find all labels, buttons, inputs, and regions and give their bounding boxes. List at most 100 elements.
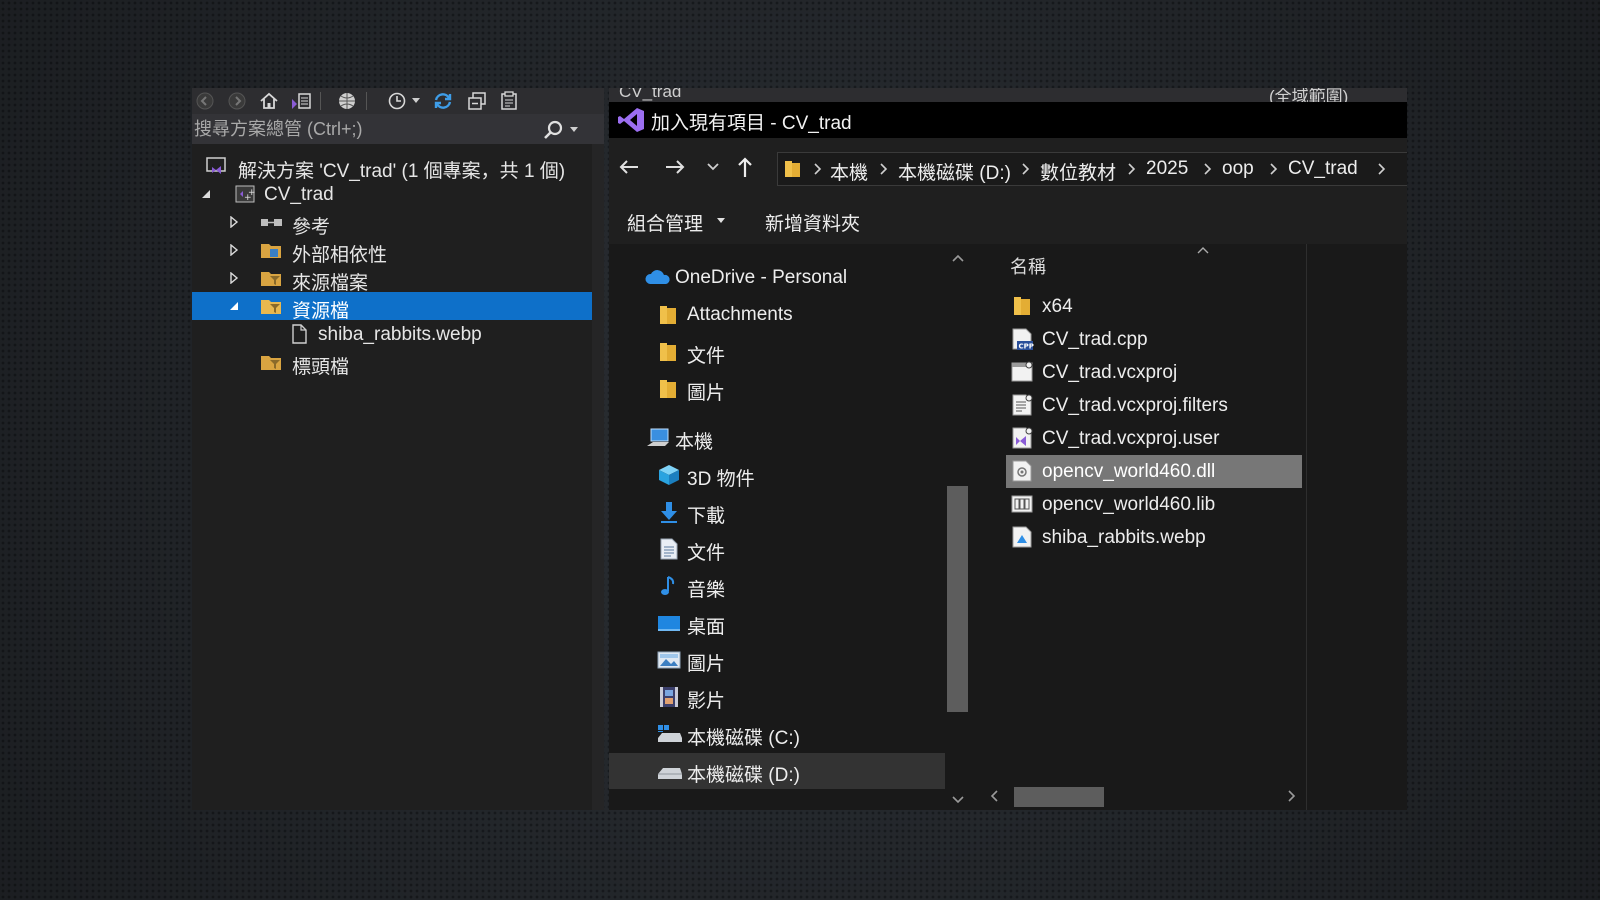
breadcrumb-chevron-icon xyxy=(1204,163,1212,175)
folder-icon xyxy=(657,377,681,401)
globe-icon[interactable] xyxy=(336,90,358,112)
back-arrow-icon[interactable] xyxy=(615,155,643,179)
breadcrumb-item-2025[interactable]: 2025 xyxy=(1146,158,1188,180)
column-header-name[interactable]: 名稱 xyxy=(976,244,1306,282)
file-name: CV_trad.vcxproj.filters xyxy=(1042,395,1228,416)
show-all-files-icon[interactable] xyxy=(498,90,520,112)
collapsed-arrow-icon[interactable] xyxy=(226,264,242,292)
filter-folder-icon xyxy=(260,351,282,373)
cube-3d-icon xyxy=(657,463,681,487)
collapsed-arrow-icon[interactable] xyxy=(226,208,242,236)
up-arrow-icon[interactable] xyxy=(731,155,759,179)
tree-item-resource-child[interactable]: shiba_rabbits.webp xyxy=(192,320,592,348)
file-row-lib[interactable]: opencv_world460.lib xyxy=(1006,488,1302,521)
search-options-chevron-icon[interactable] xyxy=(570,127,578,132)
tree-item-solution[interactable]: 解決方案 'CV_trad' (1 個專案，共 1 個) xyxy=(192,152,592,182)
toolbar-separator xyxy=(366,92,367,110)
forward-icon[interactable] xyxy=(226,90,248,112)
nav-item-pictures[interactable]: 圖片 xyxy=(609,642,945,678)
expanded-arrow-icon[interactable] xyxy=(226,292,242,320)
nav-label: 文件 xyxy=(687,543,726,564)
file-row-webp[interactable]: shiba_rabbits.webp xyxy=(1006,521,1302,554)
film-strip-icon xyxy=(657,685,681,709)
switch-views-icon[interactable] xyxy=(290,90,312,112)
recent-locations-chevron-icon[interactable] xyxy=(699,155,727,179)
file-name: x64 xyxy=(1042,296,1073,317)
nav-label: 文件 xyxy=(687,346,726,367)
nav-item-downloads[interactable]: 下載 xyxy=(609,494,945,530)
address-breadcrumb[interactable]: 本機 本機磁碟 (D:) 數位教材 2025 oop CV_trad xyxy=(777,152,1407,186)
tree-item-external-dependencies[interactable]: 外部相依性 xyxy=(192,236,592,266)
external-dependencies-folder-icon xyxy=(260,239,282,261)
user-file-icon xyxy=(1010,426,1034,450)
pictures-icon xyxy=(657,648,681,672)
tree-item-project[interactable]: + + CV_trad xyxy=(192,180,592,208)
references-icon xyxy=(260,211,282,233)
project-label: CV_trad xyxy=(264,184,334,205)
back-icon[interactable] xyxy=(194,90,216,112)
collapsed-arrow-icon[interactable] xyxy=(226,236,242,264)
folder-icon xyxy=(784,159,802,179)
nav-item-desktop[interactable]: 桌面 xyxy=(609,605,945,641)
visual-studio-logo-icon xyxy=(617,107,645,133)
breadcrumb-item-cv-trad[interactable]: CV_trad xyxy=(1288,158,1358,180)
nav-item-drive-c[interactable]: 本機磁碟 (C:) xyxy=(609,716,945,752)
nav-item-onedrive[interactable]: OneDrive - Personal xyxy=(609,260,945,296)
breadcrumb-item-oop[interactable]: oop xyxy=(1222,158,1254,180)
file-list-horizontal-scrollbar[interactable] xyxy=(986,784,1302,808)
scroll-left-chevron-icon[interactable] xyxy=(990,790,998,802)
file-row-dll[interactable]: opencv_world460.dll xyxy=(1006,455,1302,488)
lib-file-icon xyxy=(1010,492,1034,516)
solution-explorer-scrollbar[interactable] xyxy=(592,144,604,810)
breadcrumb-item-this-pc[interactable]: 本機 xyxy=(830,158,868,185)
file-list-pane: 名稱 x64 CPP CV_trad.cpp CV_trad.vcxproj C… xyxy=(976,244,1407,810)
breadcrumb-item-drive-d[interactable]: 本機磁碟 (D:) xyxy=(898,158,1011,185)
nav-item-onedrive-documents[interactable]: 文件 xyxy=(609,334,945,370)
forward-arrow-icon[interactable] xyxy=(661,155,689,179)
expanded-arrow-icon[interactable] xyxy=(198,180,214,208)
nav-item-music[interactable]: 音樂 xyxy=(609,568,945,604)
scrollbar-thumb[interactable] xyxy=(1014,787,1104,807)
navigation-pane-scrollbar[interactable] xyxy=(946,248,970,810)
organize-button[interactable]: 組合管理 xyxy=(627,196,735,244)
underlying-tab-left: CV_trad xyxy=(619,88,682,101)
nav-item-documents[interactable]: 文件 xyxy=(609,531,945,567)
references-label: 參考 xyxy=(292,217,331,238)
scrollbar-thumb[interactable] xyxy=(947,486,968,712)
nav-label: Attachments xyxy=(687,304,793,325)
collapse-all-icon[interactable] xyxy=(466,90,488,112)
sync-icon[interactable] xyxy=(432,90,454,112)
tree-item-references[interactable]: 參考 xyxy=(192,208,592,238)
file-row-cpp[interactable]: CPP CV_trad.cpp xyxy=(1006,323,1302,356)
tree-item-source-files[interactable]: 來源檔案 xyxy=(192,264,592,294)
search-icon[interactable] xyxy=(542,119,564,141)
breadcrumb-chevron-icon xyxy=(880,163,888,175)
new-folder-button[interactable]: 新增資料夾 xyxy=(759,196,869,244)
tree-item-resource-files[interactable]: 資源檔 xyxy=(192,292,592,322)
nav-item-3d-objects[interactable]: 3D 物件 xyxy=(609,457,945,493)
computer-icon xyxy=(645,426,669,450)
command-bar: 組合管理 新增資料夾 xyxy=(609,196,1407,244)
pending-changes-icon[interactable] xyxy=(386,90,408,112)
file-row-x64[interactable]: x64 xyxy=(1006,290,1302,323)
scroll-right-chevron-icon[interactable] xyxy=(1288,790,1296,802)
nav-item-videos[interactable]: 影片 xyxy=(609,679,945,715)
file-row-vcxproj[interactable]: CV_trad.vcxproj xyxy=(1006,356,1302,389)
tree-item-header-files[interactable]: 標頭檔 xyxy=(192,348,592,378)
home-icon[interactable] xyxy=(258,90,280,112)
nav-item-drive-d[interactable]: 本機磁碟 (D:) xyxy=(609,753,945,789)
search-input[interactable] xyxy=(194,114,534,144)
file-row-user[interactable]: CV_trad.vcxproj.user xyxy=(1006,422,1302,455)
solution-icon xyxy=(206,155,228,177)
nav-label: 影片 xyxy=(687,691,726,712)
scroll-up-chevron-icon[interactable] xyxy=(952,254,964,262)
nav-label: 桌面 xyxy=(687,617,726,638)
chevron-down-icon[interactable] xyxy=(412,98,420,103)
nav-item-this-pc[interactable]: 本機 xyxy=(609,420,945,456)
scroll-down-chevron-icon[interactable] xyxy=(952,796,964,804)
file-name: opencv_world460.lib xyxy=(1042,494,1216,515)
nav-item-attachments[interactable]: Attachments xyxy=(609,297,945,333)
breadcrumb-item-digital-materials[interactable]: 數位教材 xyxy=(1040,158,1116,185)
nav-item-onedrive-pictures[interactable]: 圖片 xyxy=(609,371,945,407)
file-row-filters[interactable]: CV_trad.vcxproj.filters xyxy=(1006,389,1302,422)
